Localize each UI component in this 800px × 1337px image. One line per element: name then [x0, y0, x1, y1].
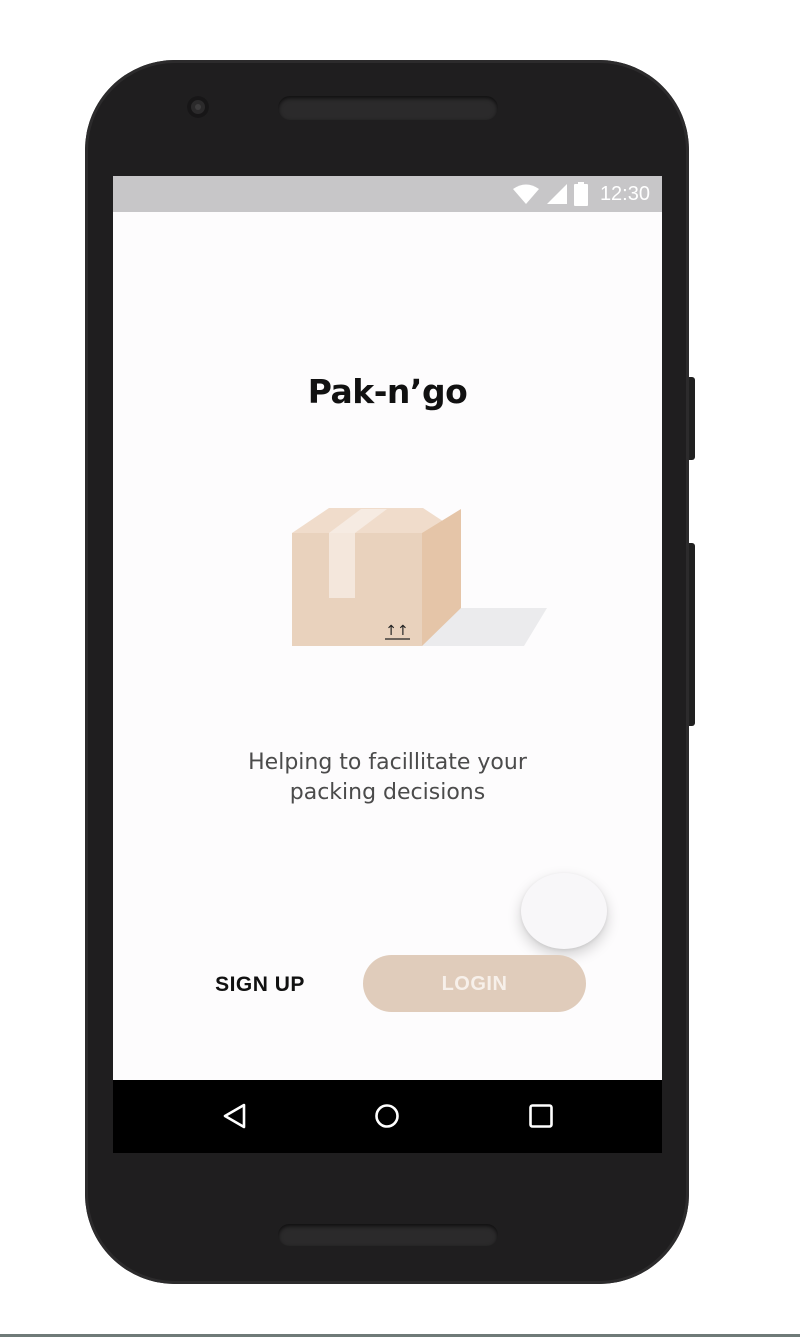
- floating-circle-button[interactable]: [521, 873, 607, 949]
- screenshot-stage: 12:30 Pak-n’go ↑↑ Helping to facillitate…: [0, 0, 800, 1337]
- tagline-line-1: Helping to facillitate your: [248, 750, 527, 775]
- status-bar: 12:30: [113, 176, 662, 212]
- back-icon: [223, 1103, 246, 1129]
- nav-back-button[interactable]: [217, 1098, 253, 1134]
- cardboard-box-icon: ↑↑: [292, 508, 547, 646]
- bottom-speaker: [278, 1224, 498, 1246]
- front-camera: [187, 96, 209, 118]
- volume-button: [688, 543, 695, 726]
- box-tape-front: [329, 533, 355, 598]
- status-time: 12:30: [599, 182, 650, 205]
- phone-screen: 12:30 Pak-n’go ↑↑ Helping to facillitate…: [113, 176, 662, 1153]
- navigation-bar: [113, 1080, 662, 1153]
- box-up-arrows: ↑↑: [385, 623, 408, 639]
- recent-apps-icon: [529, 1104, 553, 1128]
- cell-signal-icon: [546, 184, 567, 204]
- status-icons: 12:30: [512, 181, 650, 207]
- tagline-line-2: packing decisions: [289, 780, 486, 805]
- nav-recent-apps-button[interactable]: [523, 1098, 559, 1134]
- wifi-icon: [512, 184, 539, 204]
- home-icon: [375, 1104, 399, 1128]
- sign-up-button[interactable]: SIGN UP: [203, 966, 317, 1002]
- app-title: Pak-n’go: [307, 372, 468, 411]
- login-button[interactable]: LOGIN: [363, 955, 586, 1012]
- earpiece-speaker: [278, 96, 498, 120]
- tagline: Helping to facillitate your packing deci…: [113, 748, 662, 808]
- battery-icon: [573, 182, 588, 206]
- power-button: [688, 377, 695, 460]
- nav-home-button[interactable]: [369, 1098, 405, 1134]
